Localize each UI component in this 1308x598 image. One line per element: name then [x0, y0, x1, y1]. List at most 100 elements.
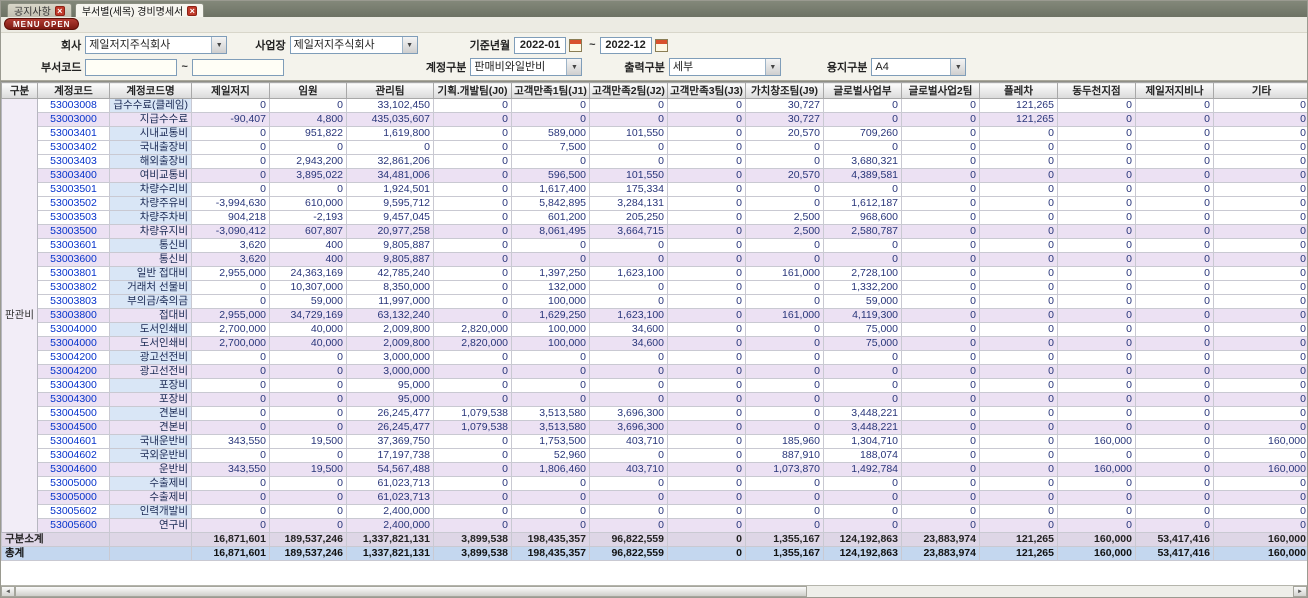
value-cell[interactable]: 42,785,240 [346, 266, 434, 281]
value-cell[interactable]: 0 [823, 140, 902, 155]
value-cell[interactable]: 5,842,895 [511, 196, 590, 211]
value-cell[interactable]: 0 [745, 476, 824, 491]
period-from-input[interactable] [514, 36, 567, 54]
value-cell[interactable]: 0 [745, 406, 824, 421]
account-name-cell[interactable]: 부의금/축의금 [109, 294, 192, 309]
value-cell[interactable]: 3,664,715 [589, 224, 668, 239]
value-cell[interactable]: 904,218 [191, 210, 270, 225]
value-cell[interactable]: 160,000 [1057, 462, 1136, 477]
value-cell[interactable]: 0 [511, 154, 590, 169]
value-cell[interactable]: 0 [1057, 182, 1136, 197]
value-cell[interactable]: 0 [1057, 238, 1136, 253]
value-cell[interactable]: 0 [589, 140, 668, 155]
value-cell[interactable]: 343,550 [191, 462, 270, 477]
value-cell[interactable]: 1,619,800 [346, 126, 434, 141]
value-cell[interactable]: 0 [901, 462, 980, 477]
account-name-cell[interactable]: 일반 접대비 [109, 266, 192, 281]
account-name-cell[interactable]: 광고선전비 [109, 350, 192, 365]
value-cell[interactable]: 0 [511, 112, 590, 127]
value-cell[interactable]: 343,550 [191, 434, 270, 449]
value-cell[interactable]: 17,197,738 [346, 448, 434, 463]
value-cell[interactable]: 0 [823, 490, 902, 505]
value-cell[interactable]: 0 [901, 140, 980, 155]
account-code-cell[interactable]: 53003008 [37, 98, 110, 113]
scroll-right-arrow-icon[interactable]: ► [1293, 586, 1307, 597]
account-name-cell[interactable]: 견본비 [109, 406, 192, 421]
value-cell[interactable]: 0 [745, 182, 824, 197]
value-cell[interactable]: 3,696,300 [589, 420, 668, 435]
value-cell[interactable]: 8,350,000 [346, 280, 434, 295]
value-cell[interactable]: 0 [1057, 98, 1136, 113]
value-cell[interactable]: 0 [745, 420, 824, 435]
value-cell[interactable]: 0 [589, 490, 668, 505]
value-cell[interactable]: 887,910 [745, 448, 824, 463]
value-cell[interactable]: 0 [1213, 238, 1307, 253]
value-cell[interactable]: 19,500 [269, 434, 347, 449]
value-cell[interactable]: 0 [1213, 196, 1307, 211]
value-cell[interactable]: 0 [1213, 294, 1307, 309]
value-cell[interactable]: 0 [667, 392, 746, 407]
value-cell[interactable]: 0 [1135, 280, 1214, 295]
value-cell[interactable]: 9,805,887 [346, 252, 434, 267]
account-name-cell[interactable]: 연구비 [109, 518, 192, 533]
value-cell[interactable]: 0 [589, 98, 668, 113]
account-name-cell[interactable]: 국내출장비 [109, 140, 192, 155]
value-cell[interactable]: 0 [1135, 322, 1214, 337]
value-cell[interactable]: 0 [901, 420, 980, 435]
value-cell[interactable]: 400 [269, 252, 347, 267]
value-cell[interactable]: 0 [433, 112, 512, 127]
value-cell[interactable]: 0 [745, 364, 824, 379]
account-name-cell[interactable]: 여비교통비 [109, 168, 192, 183]
value-cell[interactable]: 2,500 [745, 224, 824, 239]
account-code-cell[interactable]: 53003503 [37, 210, 110, 225]
value-cell[interactable]: 0 [511, 98, 590, 113]
value-cell[interactable]: 0 [979, 476, 1058, 491]
value-cell[interactable]: 2,580,787 [823, 224, 902, 239]
value-cell[interactable]: 3,895,022 [269, 168, 347, 183]
value-cell[interactable]: 4,119,300 [823, 308, 902, 323]
tab-close-icon[interactable]: × [54, 5, 65, 16]
value-cell[interactable]: 0 [667, 98, 746, 113]
account-name-cell[interactable]: 포장비 [109, 392, 192, 407]
value-cell[interactable]: 160,000 [1213, 462, 1307, 477]
account-name-cell[interactable]: 시내교통비 [109, 126, 192, 141]
value-cell[interactable]: 0 [433, 308, 512, 323]
value-cell[interactable]: 0 [979, 364, 1058, 379]
account-name-cell[interactable]: 차량주차비 [109, 210, 192, 225]
value-cell[interactable]: 0 [667, 168, 746, 183]
value-cell[interactable]: 24,363,169 [269, 266, 347, 281]
value-cell[interactable]: 0 [191, 350, 270, 365]
value-cell[interactable]: 0 [667, 462, 746, 477]
value-cell[interactable]: 0 [745, 294, 824, 309]
account-code-cell[interactable]: 53003501 [37, 182, 110, 197]
value-cell[interactable]: 0 [1057, 126, 1136, 141]
value-cell[interactable]: 0 [1057, 280, 1136, 295]
value-cell[interactable]: 34,600 [589, 336, 668, 351]
account-code-cell[interactable]: 53004000 [37, 336, 110, 351]
value-cell[interactable]: 0 [979, 518, 1058, 533]
value-cell[interactable]: 0 [511, 252, 590, 267]
value-cell[interactable]: 0 [979, 182, 1058, 197]
value-cell[interactable]: 20,570 [745, 168, 824, 183]
value-cell[interactable]: 596,500 [511, 168, 590, 183]
value-cell[interactable]: 0 [901, 308, 980, 323]
value-cell[interactable]: 601,200 [511, 210, 590, 225]
value-cell[interactable]: 0 [191, 378, 270, 393]
value-cell[interactable]: 52,960 [511, 448, 590, 463]
value-cell[interactable]: 0 [1057, 140, 1136, 155]
value-cell[interactable]: 0 [1057, 476, 1136, 491]
value-cell[interactable]: 0 [1135, 364, 1214, 379]
value-cell[interactable]: 0 [511, 238, 590, 253]
value-cell[interactable]: 34,481,006 [346, 168, 434, 183]
account-code-cell[interactable]: 53003400 [37, 168, 110, 183]
value-cell[interactable]: 161,000 [745, 308, 824, 323]
account-name-cell[interactable]: 접대비 [109, 308, 192, 323]
value-cell[interactable]: 3,620 [191, 238, 270, 253]
value-cell[interactable]: 0 [667, 322, 746, 337]
value-cell[interactable]: 0 [979, 378, 1058, 393]
value-cell[interactable]: 0 [269, 350, 347, 365]
account-code-cell[interactable]: 53004601 [37, 434, 110, 449]
value-cell[interactable]: 0 [979, 266, 1058, 281]
value-cell[interactable]: 0 [1135, 168, 1214, 183]
value-cell[interactable]: 2,943,200 [269, 154, 347, 169]
